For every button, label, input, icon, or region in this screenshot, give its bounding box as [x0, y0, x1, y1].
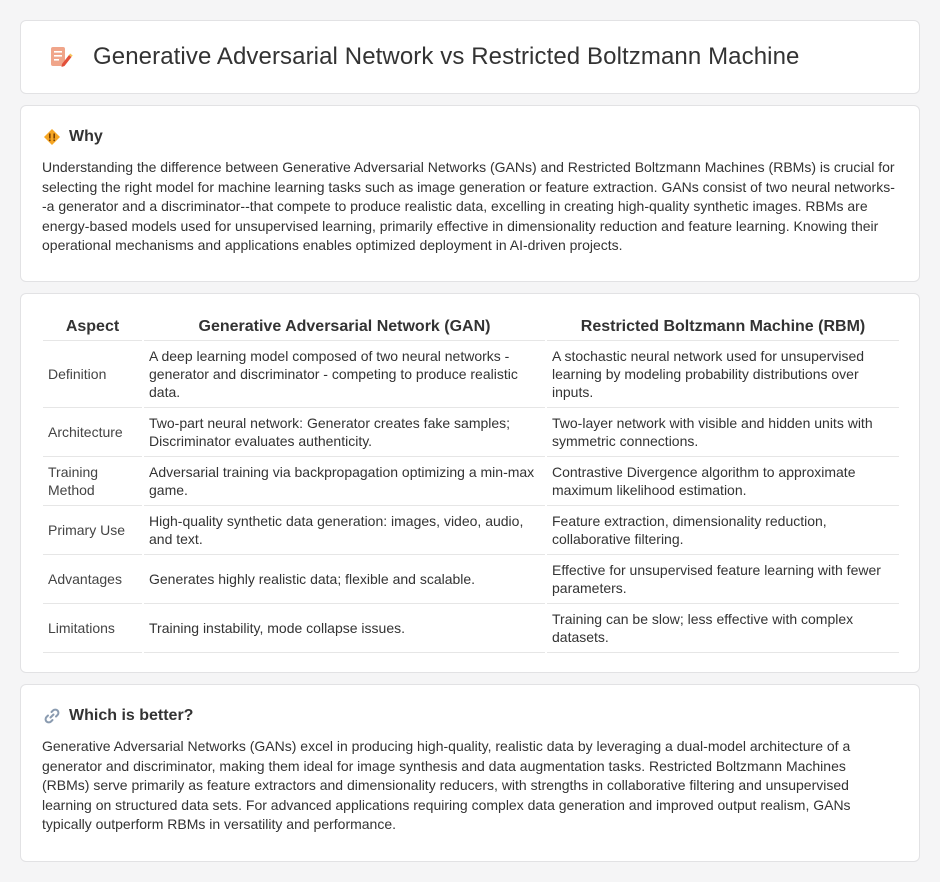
title-card: Generative Adversarial Network vs Restri…: [20, 20, 920, 94]
link-icon: [44, 708, 60, 724]
why-title: Why: [69, 128, 103, 145]
row-rbm: Contrastive Divergence algorithm to appr…: [545, 456, 899, 506]
comparison-table: Aspect Generative Adversarial Network (G…: [43, 316, 899, 653]
row-rbm: Training can be slow; less effective wit…: [545, 603, 899, 653]
row-gan: Training instability, mode collapse issu…: [142, 603, 546, 653]
row-gan: Generates highly realistic data; flexibl…: [142, 554, 546, 604]
row-aspect: Primary Use: [43, 505, 143, 555]
which-is-better-card: Which is better? Generative Adversarial …: [20, 684, 920, 862]
row-gan: A deep learning model composed of two ne…: [142, 340, 546, 408]
table-header-row: Aspect Generative Adversarial Network (G…: [43, 316, 899, 341]
why-card: Why Understanding the difference between…: [20, 105, 920, 282]
row-rbm: A stochastic neural network used for uns…: [545, 340, 899, 408]
header-gan: Generative Adversarial Network (GAN): [142, 316, 546, 341]
header-aspect: Aspect: [43, 316, 143, 341]
row-gan: Two-part neural network: Generator creat…: [142, 407, 546, 457]
page-title: Generative Adversarial Network vs Restri…: [93, 43, 800, 70]
row-aspect: Limitations: [43, 603, 143, 653]
comparison-card: Aspect Generative Adversarial Network (G…: [20, 293, 920, 673]
row-aspect: Architecture: [43, 407, 143, 457]
table-row: Training Method Adversarial training via…: [43, 456, 899, 506]
diamond-warning-icon: [44, 129, 60, 145]
table-row: Definition A deep learning model compose…: [43, 340, 899, 408]
table-row: Limitations Training instability, mode c…: [43, 603, 899, 653]
row-rbm: Effective for unsupervised feature learn…: [545, 554, 899, 604]
which-is-better-text: Generative Adversarial Networks (GANs) e…: [42, 738, 851, 833]
row-rbm: Two-layer network with visible and hidde…: [545, 407, 899, 457]
row-aspect: Advantages: [43, 554, 143, 604]
row-gan: High-quality synthetic data generation: …: [142, 505, 546, 555]
table-row: Primary Use High-quality synthetic data …: [43, 505, 899, 555]
table-row: Advantages Generates highly realistic da…: [43, 554, 899, 604]
which-is-better-title: Which is better?: [69, 707, 194, 724]
row-rbm: Feature extraction, dimensionality reduc…: [545, 505, 899, 555]
why-text: Understanding the difference between Gen…: [42, 159, 895, 254]
document-pencil-icon: [51, 47, 73, 67]
row-aspect: Definition: [43, 340, 143, 408]
row-gan: Adversarial training via backpropagation…: [142, 456, 546, 506]
header-rbm: Restricted Boltzmann Machine (RBM): [545, 316, 899, 341]
row-aspect: Training Method: [43, 456, 143, 506]
table-row: Architecture Two-part neural network: Ge…: [43, 407, 899, 457]
